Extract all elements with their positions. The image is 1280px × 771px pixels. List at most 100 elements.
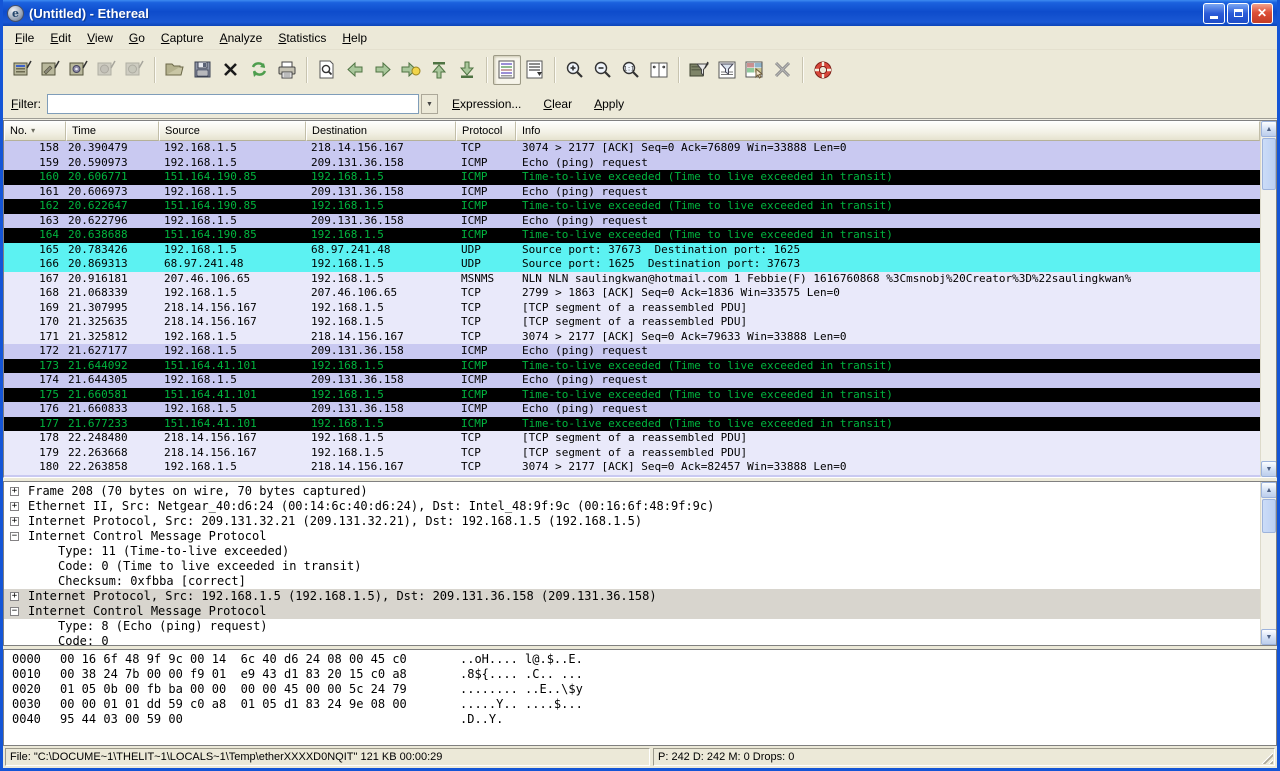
detail-line[interactable]: +Internet Protocol, Src: 192.168.1.5 (19… — [4, 589, 1260, 604]
packet-row[interactable]: 15820.390479192.168.1.5218.14.156.167TCP… — [4, 141, 1260, 156]
filter-input[interactable] — [47, 94, 419, 114]
capture-start-icon[interactable] — [65, 55, 93, 85]
menu-analyze[interactable]: Analyze — [212, 28, 271, 48]
menu-edit[interactable]: Edit — [42, 28, 79, 48]
column-header-time[interactable]: Time — [66, 121, 159, 141]
column-header-source[interactable]: Source — [159, 121, 306, 141]
packet-row[interactable]: 17321.644092151.164.41.101192.168.1.5ICM… — [4, 359, 1260, 374]
scroll-up-icon[interactable]: ▲ — [1261, 482, 1277, 498]
detail-line[interactable]: Checksum: 0xfbba [correct] — [4, 574, 1260, 589]
packet-row[interactable]: 17822.248480218.14.156.167192.168.1.5TCP… — [4, 431, 1260, 446]
find-packet-icon[interactable] — [313, 55, 341, 85]
scroll-down-icon[interactable]: ▼ — [1261, 461, 1277, 477]
column-header-destination[interactable]: Destination — [306, 121, 456, 141]
expand-icon[interactable]: + — [10, 592, 19, 601]
zoom-normal-icon[interactable]: 1:1 — [617, 55, 645, 85]
colorize-list-icon[interactable] — [493, 55, 521, 85]
menu-capture[interactable]: Capture — [153, 28, 212, 48]
coloring-rules-icon[interactable] — [741, 55, 769, 85]
detail-line[interactable]: −Internet Control Message Protocol — [4, 604, 1260, 619]
packet-row[interactable]: 16420.638688151.164.190.85192.168.1.5ICM… — [4, 228, 1260, 243]
hex-line[interactable]: 004095 44 03 00 59 00.D..Y. — [12, 712, 1276, 727]
hex-line[interactable]: 002001 05 0b 00 fb ba 00 00 00 00 45 00 … — [12, 682, 1276, 697]
packet-list-scrollbar[interactable]: ▲ ▼ — [1260, 121, 1276, 477]
go-back-icon[interactable] — [341, 55, 369, 85]
help-icon[interactable] — [809, 55, 837, 85]
packet-row[interactable]: 18022.263858192.168.1.5218.14.156.167TCP… — [4, 460, 1260, 475]
column-header-no[interactable]: No.▾ — [4, 121, 66, 141]
packet-row[interactable]: 17521.660581151.164.41.101192.168.1.5ICM… — [4, 388, 1260, 403]
capture-interfaces-icon[interactable] — [9, 55, 37, 85]
packet-row[interactable]: 17922.263668218.14.156.167192.168.1.5TCP… — [4, 446, 1260, 461]
detail-line[interactable]: +Ethernet II, Src: Netgear_40:d6:24 (00:… — [4, 499, 1260, 514]
hex-line[interactable]: 000000 16 6f 48 9f 9c 00 14 6c 40 d6 24 … — [12, 652, 1276, 667]
packet-row[interactable]: 16220.622647151.164.190.85192.168.1.5ICM… — [4, 199, 1260, 214]
minimize-button[interactable] — [1203, 3, 1225, 24]
scroll-thumb[interactable] — [1262, 138, 1276, 190]
go-to-bottom-icon[interactable] — [453, 55, 481, 85]
expression-button[interactable]: Expression... — [444, 95, 529, 113]
hex-line[interactable]: 003000 00 01 01 dd 59 c0 a8 01 05 d1 83 … — [12, 697, 1276, 712]
expand-icon[interactable]: + — [10, 487, 19, 496]
clear-button[interactable]: Clear — [535, 95, 580, 113]
scroll-up-icon[interactable]: ▲ — [1261, 121, 1277, 137]
capture-filter-icon[interactable] — [685, 55, 713, 85]
zoom-in-icon[interactable] — [561, 55, 589, 85]
go-to-packet-icon[interactable] — [397, 55, 425, 85]
packet-row[interactable]: 15920.590973192.168.1.5209.131.36.158ICM… — [4, 156, 1260, 171]
go-forward-icon[interactable] — [369, 55, 397, 85]
expand-icon[interactable]: + — [10, 502, 19, 511]
packet-row[interactable]: 16120.606973192.168.1.5209.131.36.158ICM… — [4, 185, 1260, 200]
packet-row[interactable]: 17421.644305192.168.1.5209.131.36.158ICM… — [4, 373, 1260, 388]
detail-line[interactable]: +Internet Protocol, Src: 209.131.32.21 (… — [4, 514, 1260, 529]
resize-grip[interactable] — [1260, 751, 1273, 764]
menu-file[interactable]: File — [7, 28, 42, 48]
detail-line[interactable]: Code: 0 (Time to live exceeded in transi… — [4, 559, 1260, 574]
menu-statistics[interactable]: Statistics — [270, 28, 334, 48]
scroll-down-icon[interactable]: ▼ — [1261, 629, 1277, 645]
capture-options-icon[interactable] — [37, 55, 65, 85]
zoom-out-icon[interactable] — [589, 55, 617, 85]
packet-row[interactable]: 16620.86931368.97.241.48192.168.1.5UDPSo… — [4, 257, 1260, 272]
print-icon[interactable] — [273, 55, 301, 85]
close-button[interactable]: ✕ — [1251, 3, 1273, 24]
detail-line[interactable]: +Frame 208 (70 bytes on wire, 70 bytes c… — [4, 484, 1260, 499]
column-header-protocol[interactable]: Protocol — [456, 121, 516, 141]
collapse-icon[interactable]: − — [10, 532, 19, 541]
auto-scroll-icon[interactable] — [521, 55, 549, 85]
detail-line[interactable]: Code: 0 — [4, 634, 1260, 645]
packet-bytes-pane[interactable]: 000000 16 6f 48 9f 9c 00 14 6c 40 d6 24 … — [3, 649, 1277, 746]
open-file-icon[interactable] — [161, 55, 189, 85]
apply-button[interactable]: Apply — [586, 95, 632, 113]
packet-row[interactable]: 16720.916181207.46.106.65192.168.1.5MSNM… — [4, 272, 1260, 287]
save-file-icon[interactable] — [189, 55, 217, 85]
detail-line[interactable]: Type: 8 (Echo (ping) request) — [4, 619, 1260, 634]
packet-row[interactable]: 16821.068339192.168.1.5207.46.106.65TCP2… — [4, 286, 1260, 301]
filter-dropdown-icon[interactable]: ▼ — [421, 94, 438, 114]
detail-line[interactable]: −Internet Control Message Protocol — [4, 529, 1260, 544]
scroll-thumb[interactable] — [1262, 499, 1276, 533]
collapse-icon[interactable]: − — [10, 607, 19, 616]
hex-line[interactable]: 001000 38 24 7b 00 00 f9 01 e9 43 d1 83 … — [12, 667, 1276, 682]
resize-columns-icon[interactable] — [645, 55, 673, 85]
menu-view[interactable]: View — [79, 28, 121, 48]
display-filter-icon[interactable] — [713, 55, 741, 85]
packet-row[interactable]: 17121.325812192.168.1.5218.14.156.167TCP… — [4, 330, 1260, 345]
expand-icon[interactable]: + — [10, 517, 19, 526]
close-file-icon[interactable] — [217, 55, 245, 85]
packet-row[interactable]: 18122.664360192.168.1.5209.131.36.158ICM… — [4, 475, 1260, 478]
packet-row[interactable]: 17621.660833192.168.1.5209.131.36.158ICM… — [4, 402, 1260, 417]
go-to-top-icon[interactable] — [425, 55, 453, 85]
detail-line[interactable]: Type: 11 (Time-to-live exceeded) — [4, 544, 1260, 559]
packet-row[interactable]: 16020.606771151.164.190.85192.168.1.5ICM… — [4, 170, 1260, 185]
menu-help[interactable]: Help — [334, 28, 375, 48]
details-scrollbar[interactable]: ▲ ▼ — [1260, 482, 1276, 645]
packet-row[interactable]: 16520.783426192.168.1.568.97.241.48UDPSo… — [4, 243, 1260, 258]
packet-row[interactable]: 17721.677233151.164.41.101192.168.1.5ICM… — [4, 417, 1260, 432]
restore-button[interactable] — [1227, 3, 1249, 24]
packet-row[interactable]: 16320.622796192.168.1.5209.131.36.158ICM… — [4, 214, 1260, 229]
menu-go[interactable]: Go — [121, 28, 153, 48]
preferences-icon[interactable] — [769, 55, 797, 85]
packet-row[interactable]: 17221.627177192.168.1.5209.131.36.158ICM… — [4, 344, 1260, 359]
packet-row[interactable]: 17021.325635218.14.156.167192.168.1.5TCP… — [4, 315, 1260, 330]
